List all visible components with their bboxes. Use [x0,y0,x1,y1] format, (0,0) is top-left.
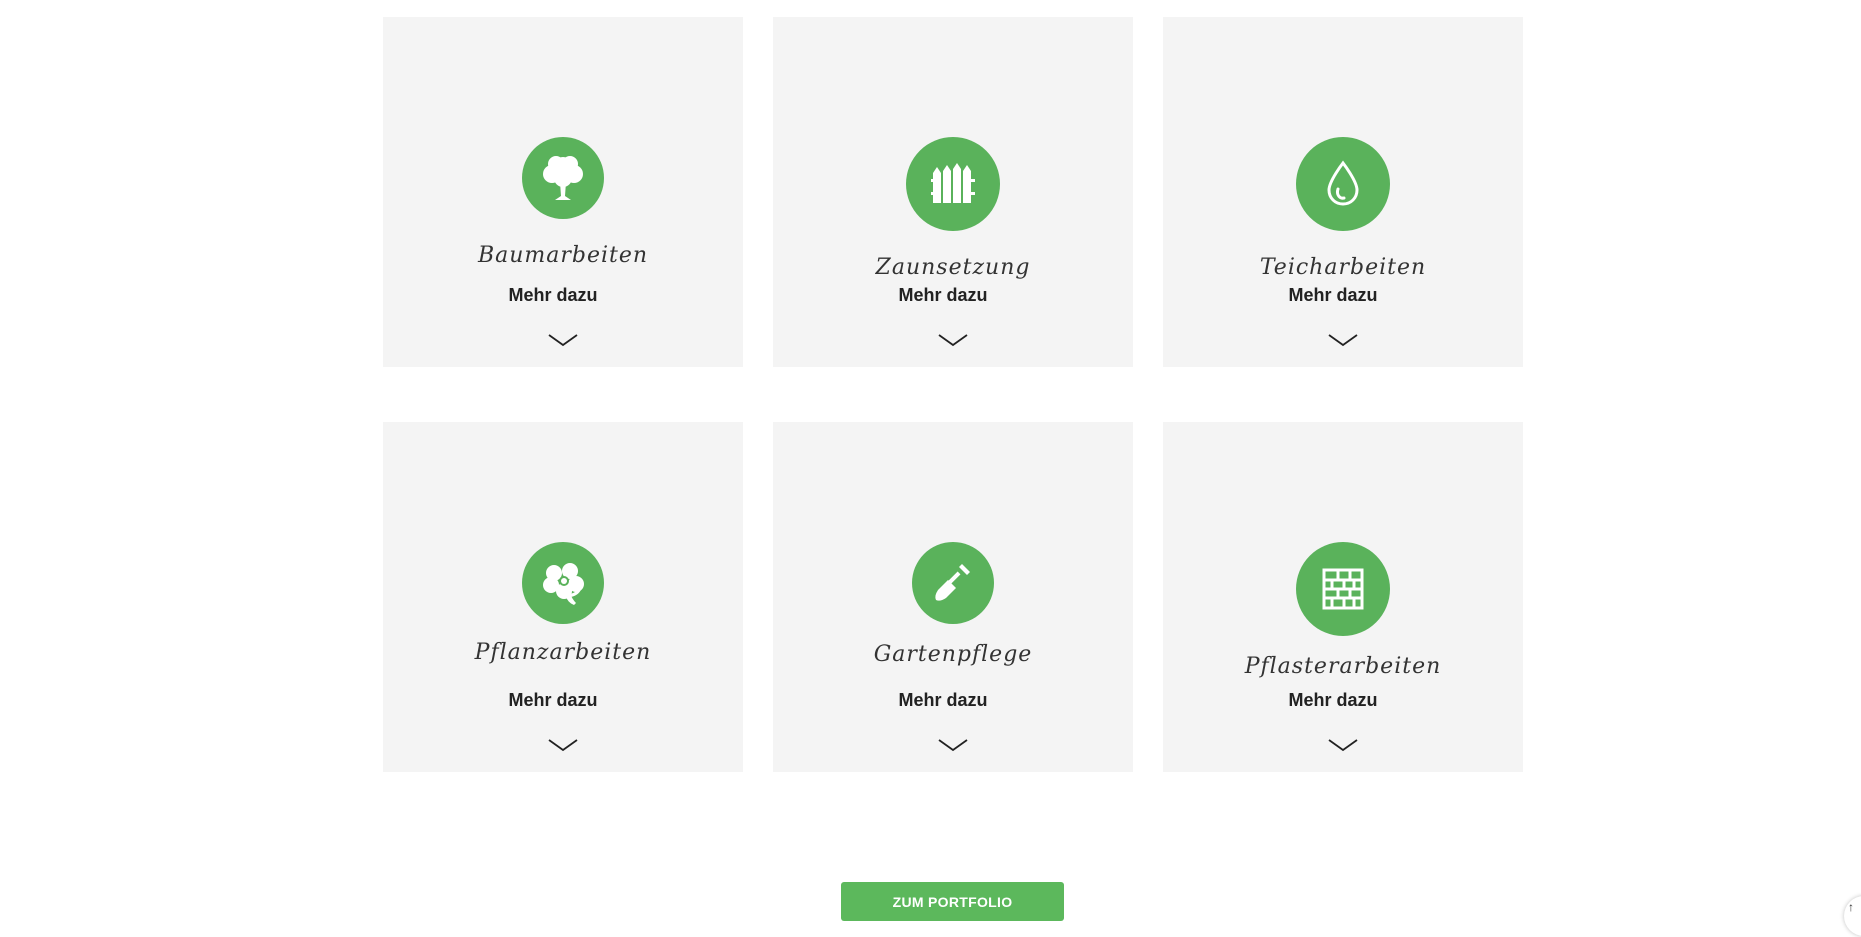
service-card-teicharbeiten[interactable]: Teicharbeiten Mehr dazu [1163,17,1523,367]
service-card-gartenpflege[interactable]: Gartenpflege Mehr dazu [773,422,1133,772]
chevron-down-icon[interactable] [548,333,578,347]
service-card-zaunsetzung[interactable]: Zaunsetzung Mehr dazu [773,17,1133,367]
more-link[interactable]: Mehr dazu [383,690,723,711]
scroll-top-button[interactable]: ↑ [1844,896,1861,936]
service-card-baumarbeiten[interactable]: Baumarbeiten Mehr dazu [383,17,743,367]
service-card-pflasterarbeiten[interactable]: Pflasterarbeiten Mehr dazu [1163,422,1523,772]
service-title: Zaunsetzung [875,255,1031,280]
service-title: Teicharbeiten [1259,255,1427,280]
flower-icon [543,563,584,605]
service-title: Baumarbeiten [477,243,649,268]
tree-icon [543,156,583,200]
service-title: Pflasterarbeiten [1244,654,1442,679]
service-title: Gartenpflege [873,642,1033,667]
chevron-down-icon[interactable] [548,738,578,752]
flower-icon-circle [522,542,604,624]
fence-icon-circle [906,137,1000,231]
page: Baumarbeiten Mehr dazu Zaunsetzung Mehr … [0,0,1861,937]
brick-wall-icon-circle [1296,542,1390,636]
chevron-down-icon[interactable] [938,738,968,752]
service-title: Pflanzarbeiten [474,640,652,665]
more-link[interactable]: Mehr dazu [773,285,1113,306]
service-card-pflanzarbeiten[interactable]: Pflanzarbeiten Mehr dazu [383,422,743,772]
tree-icon-circle [522,137,604,219]
more-link[interactable]: Mehr dazu [773,690,1113,711]
brick-wall-icon [1322,568,1364,610]
chevron-down-icon[interactable] [1328,738,1358,752]
water-drop-icon-circle [1296,137,1390,231]
shovel-icon [935,564,970,601]
arrow-up-icon: ↑ [1848,900,1854,914]
water-drop-icon [1327,160,1359,206]
chevron-down-icon[interactable] [1328,333,1358,347]
services-grid: Baumarbeiten Mehr dazu Zaunsetzung Mehr … [383,17,1523,772]
more-link[interactable]: Mehr dazu [1163,690,1503,711]
shovel-icon-circle [912,542,994,624]
more-link[interactable]: Mehr dazu [383,285,723,306]
more-link[interactable]: Mehr dazu [1163,285,1503,306]
chevron-down-icon[interactable] [938,333,968,347]
portfolio-button[interactable]: ZUM PORTFOLIO [841,882,1064,921]
fence-icon [931,163,975,203]
